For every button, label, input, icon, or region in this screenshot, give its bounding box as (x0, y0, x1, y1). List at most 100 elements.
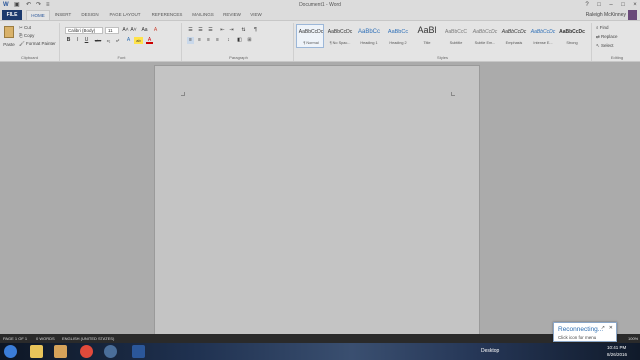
replace-label: Replace (601, 34, 618, 39)
style-title[interactable]: AaBl Title (412, 24, 440, 48)
underline-button[interactable]: U (83, 37, 90, 44)
style-preview: AaBbCc (357, 29, 380, 35)
justify-icon[interactable]: ≡ (214, 37, 221, 44)
style-name: Subtitle (449, 41, 463, 45)
subscript-button[interactable]: x₂ (105, 37, 112, 44)
desktop-toolbar-label[interactable]: Desktop (481, 343, 499, 360)
clipboard-group-label: Clipboard (20, 55, 39, 60)
zoom-level[interactable]: 100% (628, 334, 638, 343)
page-count[interactable]: PAGE 1 OF 1 (3, 334, 27, 343)
style-heading-1[interactable]: AaBbCc Heading 1 (354, 24, 382, 48)
close-icon[interactable]: ✕ (609, 325, 613, 331)
style-name: Heading 1 (360, 41, 378, 45)
help-button[interactable]: ? (582, 0, 592, 10)
cut-button[interactable]: ✂ Cut (19, 25, 31, 31)
notification-popup[interactable]: Reconnecting... Click icon for menu ↗ ✕ (553, 322, 617, 342)
style-name: Title (423, 41, 431, 45)
tab-design[interactable]: DESIGN (78, 10, 102, 20)
font-size-combo[interactable]: 11 (105, 27, 119, 34)
style-name: Intense E... (533, 41, 553, 45)
shading-icon[interactable]: ◧ (236, 37, 243, 44)
format-painter-button[interactable]: 🖌 Format Painter (19, 41, 56, 47)
style-subtle-emphasis[interactable]: AaBbCcDc Subtle Em... (470, 24, 498, 48)
tab-home[interactable]: HOME (26, 10, 50, 20)
style-strong[interactable]: AaBbCcDc Strong (557, 24, 585, 48)
style-name: Strong (566, 41, 578, 45)
select-label: Select (601, 43, 614, 48)
sort-icon[interactable]: ⇅ (240, 27, 247, 34)
tab-references[interactable]: REFERENCES (148, 10, 186, 20)
find-button[interactable]: ⌕ Find (596, 24, 609, 31)
arrow-icon[interactable]: ↗ (601, 325, 605, 331)
avatar[interactable] (628, 10, 637, 20)
multilevel-list-icon[interactable]: ☰ (207, 27, 214, 34)
tab-mailings[interactable]: MAILINGS (188, 10, 218, 20)
clock-date[interactable]: 8/26/2016 (607, 351, 627, 359)
style-name: Heading 2 (389, 41, 407, 45)
user-name[interactable]: Raleigh McKinney (586, 10, 626, 20)
style-intense-emphasis[interactable]: AaBbCcDc Intense E... (528, 24, 556, 48)
tab-insert[interactable]: INSERT (52, 10, 74, 20)
align-right-icon[interactable]: ≡ (205, 37, 212, 44)
tab-page-layout[interactable]: PAGE LAYOUT (106, 10, 144, 20)
style-heading-2[interactable]: AaBbCc Heading 2 (383, 24, 411, 48)
font-color-button[interactable]: A (146, 37, 153, 44)
chrome-icon[interactable] (80, 345, 93, 358)
change-case-button[interactable]: Aa (140, 27, 149, 34)
copy-button[interactable]: ⎘ Copy (19, 33, 34, 39)
clear-formatting-button[interactable]: A (152, 27, 159, 34)
bold-button[interactable]: B (65, 37, 72, 44)
increase-indent-icon[interactable]: ⇥ (228, 27, 235, 34)
align-center-icon[interactable]: ≡ (196, 37, 203, 44)
strikethrough-button[interactable]: abc (93, 37, 103, 44)
style-preview: AaBbCcDc (501, 29, 527, 35)
margin-mark (181, 92, 185, 96)
decrease-indent-icon[interactable]: ⇤ (219, 27, 226, 34)
style-preview: AaBbCcDc (559, 29, 585, 35)
app-icon[interactable] (104, 345, 117, 358)
borders-icon[interactable]: ⊞ (246, 37, 253, 44)
notification-title: Reconnecting... (558, 326, 604, 333)
word-taskbar-icon[interactable] (132, 345, 145, 358)
style-normal[interactable]: AaBbCcDc ¶ Normal (296, 24, 324, 48)
grow-font-button[interactable]: A˄ (122, 27, 129, 34)
font-group: Calibri (Body) 11 A˄ A˅ Aa A B I U abc x… (62, 23, 182, 61)
file-explorer-icon[interactable] (30, 345, 43, 358)
style-preview: AaBl (417, 25, 437, 35)
minimize-button[interactable]: – (606, 0, 616, 10)
style-subtitle[interactable]: AaBbCcC Subtitle (441, 24, 469, 48)
word-count[interactable]: 0 WORDS (36, 334, 55, 343)
shrink-font-button[interactable]: A˅ (130, 27, 137, 34)
style-preview: AaBbCcDc (298, 29, 324, 35)
tab-file[interactable]: FILE (2, 10, 22, 20)
tab-review[interactable]: REVIEW (220, 10, 244, 20)
status-bar: PAGE 1 OF 1 0 WORDS ENGLISH (UNITED STAT… (0, 334, 640, 343)
italic-button[interactable]: I (74, 37, 81, 44)
tab-view[interactable]: VIEW (246, 10, 266, 20)
maximize-button[interactable]: □ (618, 0, 628, 10)
show-hide-marks-button[interactable]: ¶ (252, 27, 259, 34)
replace-button[interactable]: ⇄ Replace (596, 33, 618, 40)
document-area (0, 62, 640, 339)
style-no-spacing[interactable]: AaBbCcDc ¶ No Spac... (325, 24, 353, 48)
bullets-icon[interactable]: ☰ (187, 27, 194, 34)
styles-gallery: AaBbCcDc ¶ Normal AaBbCcDc ¶ No Spac... Aa… (296, 24, 588, 50)
ribbon-display-options-button[interactable]: □ (594, 0, 604, 10)
style-emphasis[interactable]: AaBbCcDc Emphasis (499, 24, 527, 48)
language-status[interactable]: ENGLISH (UNITED STATES) (62, 334, 114, 343)
highlight-button[interactable]: ab (134, 37, 143, 44)
notification-subtitle: Click icon for menu (558, 335, 597, 340)
align-left-icon[interactable]: ≡ (187, 37, 194, 44)
folder-icon[interactable] (54, 345, 67, 358)
line-spacing-icon[interactable]: ↕ (225, 37, 232, 44)
superscript-button[interactable]: x² (114, 37, 121, 44)
font-name-combo[interactable]: Calibri (Body) (65, 27, 103, 34)
document-page[interactable] (154, 65, 480, 339)
close-button[interactable]: × (630, 0, 640, 10)
text-effects-button[interactable]: A (125, 37, 132, 44)
paste-button[interactable]: Paste (2, 24, 16, 50)
window-title: Document1 - Word (299, 2, 341, 8)
numbering-icon[interactable]: ☰ (197, 27, 204, 34)
start-icon[interactable] (4, 345, 17, 358)
select-button[interactable]: ↖ Select (596, 42, 614, 49)
